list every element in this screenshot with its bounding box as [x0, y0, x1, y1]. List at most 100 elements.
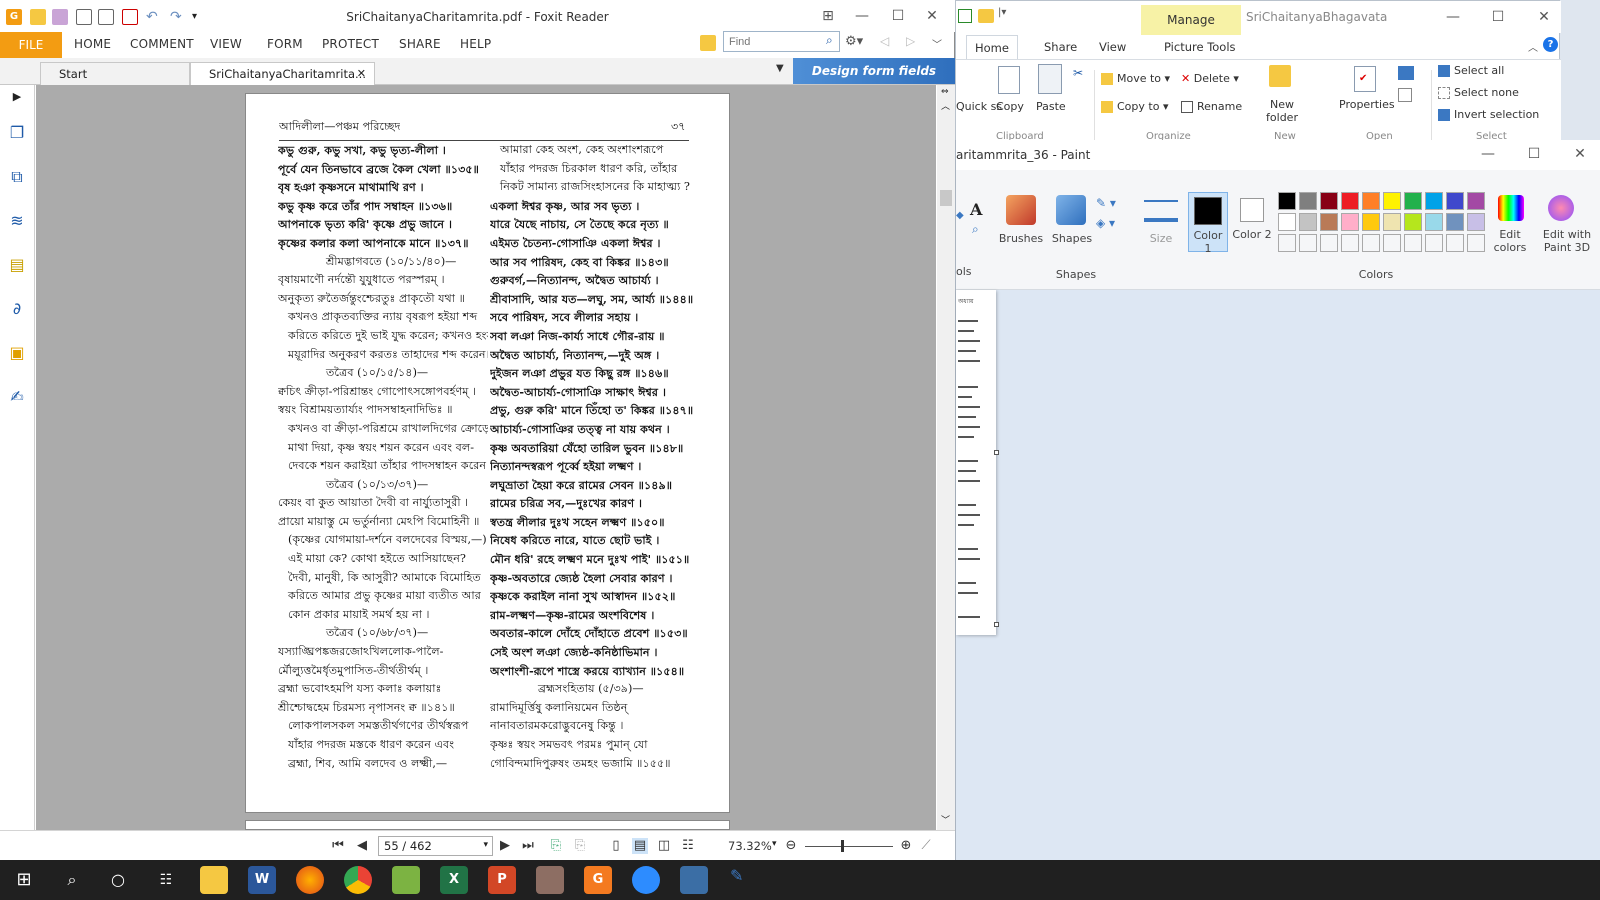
palette-swatch[interactable] — [1362, 213, 1380, 231]
expand-panel-icon[interactable]: ▶ — [7, 90, 27, 110]
tab-home[interactable]: Home — [966, 35, 1018, 59]
color1-button[interactable]: Color 1 — [1188, 192, 1228, 255]
select-all-button[interactable]: Select all — [1438, 64, 1504, 77]
foxit-taskbar-icon[interactable]: G — [584, 866, 612, 894]
find-previous-icon[interactable]: ◁ — [880, 34, 889, 48]
facing-page-icon[interactable]: ◫ — [656, 838, 672, 854]
palette-swatch[interactable] — [1467, 192, 1485, 210]
resize-grip-icon[interactable]: ⟋ — [918, 838, 934, 854]
continuous-page-icon[interactable]: ▤ — [632, 838, 648, 854]
palette-swatch[interactable] — [1278, 192, 1296, 210]
close-icon[interactable]: ✕ — [1570, 144, 1590, 164]
tab-share[interactable]: Share — [1036, 35, 1085, 59]
minimize-icon[interactable]: — — [1478, 144, 1498, 164]
brushes-button[interactable]: Brushes — [996, 232, 1046, 245]
scroll-thumb[interactable] — [940, 190, 952, 206]
security-lock-icon[interactable]: ▣ — [7, 343, 27, 363]
menu-form[interactable]: FORM — [267, 37, 303, 51]
edit-colors-button[interactable]: Edit colors — [1490, 228, 1530, 254]
move-to-button[interactable]: Move to ▾ — [1101, 72, 1170, 85]
tab-start[interactable]: Start — [40, 62, 190, 85]
zoom-slider-track[interactable] — [805, 846, 893, 847]
zoom-out-icon[interactable]: ⊖ — [783, 838, 799, 854]
palette-swatch[interactable] — [1404, 192, 1422, 210]
layers-icon[interactable]: ≋ — [7, 211, 27, 231]
select-none-button[interactable]: Select none — [1438, 86, 1519, 99]
menu-comment[interactable]: COMMENT — [130, 37, 194, 51]
zoom-in-icon[interactable]: ⊕ — [898, 838, 914, 854]
custom-color-slot[interactable] — [1467, 234, 1485, 252]
properties-button[interactable]: Properties — [1339, 98, 1395, 111]
menu-help[interactable]: HELP — [460, 37, 491, 51]
fullscreen-icon[interactable]: ⊞ — [818, 6, 838, 26]
palette-swatch[interactable] — [1320, 192, 1338, 210]
color2-button[interactable]: Color 2 — [1232, 192, 1272, 252]
quick-access-dropdown-icon[interactable]: |▾ — [998, 7, 1006, 18]
bookmarks-icon[interactable]: ❐ — [7, 123, 27, 143]
file-explorer-icon[interactable] — [200, 866, 228, 894]
new-folder-button[interactable]: New folder — [1261, 98, 1303, 124]
brushes-icon[interactable] — [1006, 195, 1036, 225]
previous-page-icon[interactable]: ◀ — [354, 838, 370, 854]
design-form-banner[interactable]: Design form fields easily — [793, 58, 955, 104]
custom-color-slot[interactable] — [1383, 234, 1401, 252]
copy-button[interactable]: Copy — [996, 100, 1024, 113]
paste-button[interactable]: Paste — [1036, 100, 1066, 113]
palette-swatch[interactable] — [1341, 192, 1359, 210]
tab-document[interactable]: SriChaitanyaCharitamrita... ✕ — [190, 62, 375, 85]
notepad-icon[interactable] — [392, 866, 420, 894]
close-icon[interactable]: ✕ — [1534, 7, 1554, 27]
canvas-resize-handle[interactable] — [994, 450, 999, 455]
find-input[interactable] — [723, 31, 840, 52]
custom-color-slot[interactable] — [1425, 234, 1443, 252]
palette-swatch[interactable] — [1425, 192, 1443, 210]
size-button[interactable]: Size — [1138, 232, 1184, 245]
cut-icon[interactable]: ✂ — [1073, 66, 1083, 80]
menu-view[interactable]: VIEW — [210, 37, 242, 51]
edit-colors-icon[interactable] — [1498, 195, 1524, 221]
text-tool-icon[interactable]: A — [970, 200, 982, 219]
menu-file[interactable]: FILE — [0, 32, 62, 58]
maximize-icon[interactable]: ☐ — [1488, 7, 1508, 27]
invert-selection-button[interactable]: Invert selection — [1438, 108, 1539, 121]
scroll-down-icon[interactable]: ﹀ — [941, 813, 950, 826]
zoom-level[interactable]: 73.32% — [728, 839, 772, 853]
scroll-split-icon[interactable]: ⇔ — [941, 87, 949, 97]
zoom-slider-thumb[interactable] — [841, 840, 845, 852]
custom-color-slot[interactable] — [1278, 234, 1296, 252]
shapes-icon[interactable] — [1056, 195, 1086, 225]
collapse-ribbon-icon[interactable]: ﹀ — [932, 36, 942, 51]
tab-list-dropdown-icon[interactable]: ▼ — [776, 63, 784, 74]
custom-color-slot[interactable] — [1320, 234, 1338, 252]
next-view-icon[interactable]: ⎘ — [572, 838, 588, 854]
minimize-icon[interactable]: — — [852, 6, 872, 26]
canvas-resize-handle[interactable] — [994, 622, 999, 627]
excel-icon[interactable]: X — [440, 866, 468, 894]
first-page-icon[interactable]: ⏮ — [330, 838, 346, 854]
close-icon[interactable]: ✕ — [922, 6, 942, 26]
fill-icon[interactable]: ◈ ▾ — [1096, 216, 1115, 230]
delete-button[interactable]: ✕ Delete ▾ — [1181, 72, 1239, 85]
pages-icon[interactable]: ⧉ — [7, 167, 27, 187]
comments-icon[interactable]: ▤ — [7, 255, 27, 275]
palette-swatch[interactable] — [1383, 213, 1401, 231]
custom-color-slot[interactable] — [1446, 234, 1464, 252]
outline-icon[interactable]: ✎ ▾ — [1096, 196, 1116, 210]
palette-swatch[interactable] — [1425, 213, 1443, 231]
app-icon[interactable] — [536, 866, 564, 894]
menu-home[interactable]: HOME — [74, 37, 111, 51]
palette-swatch[interactable] — [1278, 213, 1296, 231]
custom-color-slot[interactable] — [1404, 234, 1422, 252]
word-icon[interactable]: W — [248, 866, 276, 894]
edit-icon[interactable] — [1398, 88, 1412, 102]
palette-swatch[interactable] — [1467, 213, 1485, 231]
edit-paint3d-button[interactable]: Edit with Paint 3D — [1534, 228, 1600, 254]
chrome-icon[interactable] — [344, 866, 372, 894]
palette-swatch[interactable] — [1362, 192, 1380, 210]
size-icon[interactable] — [1144, 200, 1178, 222]
tab-view[interactable]: View — [1091, 35, 1134, 59]
magnifier-icon[interactable]: ⌕ — [972, 222, 979, 237]
help-icon[interactable]: ? — [1543, 37, 1558, 52]
next-page-icon[interactable]: ▶ — [497, 838, 513, 854]
custom-color-slot[interactable] — [1299, 234, 1317, 252]
